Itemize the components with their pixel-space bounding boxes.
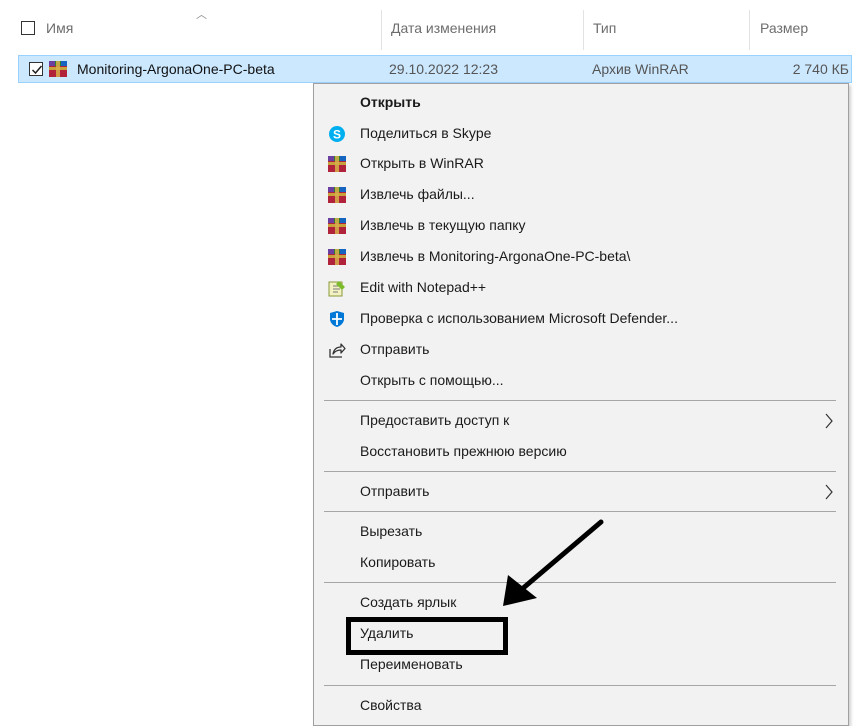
checkmark-icon [31,65,43,75]
menu-item-edit-notepad[interactable]: Edit with Notepad++ [314,273,848,303]
column-name[interactable]: Имя [46,20,73,36]
menu-item-label: Извлечь файлы... [360,186,475,202]
menu-item-label: Открыть в WinRAR [360,155,484,171]
column-type[interactable]: Тип [593,20,616,36]
file-size: 2 740 КБ [792,61,849,77]
menu-separator [324,471,836,472]
menu-separator [324,685,836,686]
menu-item-label: Извлечь в Monitoring-ArgonaOne-PC-beta\ [360,248,631,264]
menu-item-label: Вырезать [360,523,423,539]
menu-item-extract-files[interactable]: Извлечь файлы... [314,180,848,210]
chevron-right-icon [824,483,834,501]
menu-item-label: Свойства [360,697,422,713]
menu-item-label: Отправить [360,483,430,499]
menu-item-restore-version[interactable]: Восстановить прежнюю версию [314,437,848,467]
menu-item-cut[interactable]: Вырезать [314,517,848,547]
menu-item-defender-scan[interactable]: Проверка с использованием Microsoft Defe… [314,304,848,334]
file-checkbox[interactable] [29,62,43,76]
sort-caret-icon: ︿ [196,9,207,21]
menu-item-label: Создать ярлык [360,594,457,610]
menu-item-label: Открыть с помощью... [360,372,504,388]
menu-item-send-to[interactable]: Отправить [314,477,848,507]
column-header: Имя ︿ Дата изменения Тип Размер [0,0,856,55]
svg-text:S: S [333,128,341,142]
menu-item-label: Предоставить доступ к [360,412,510,428]
menu-item-copy[interactable]: Копировать [314,548,848,578]
column-divider[interactable] [583,10,584,50]
menu-item-label: Переименовать [360,656,463,672]
menu-item-label: Извлечь в текущую папку [360,217,526,233]
notepad-plus-plus-icon [328,279,346,297]
skype-icon: S [328,125,346,143]
menu-item-label: Проверка с использованием Microsoft Defe… [360,310,678,326]
menu-item-share[interactable]: Отправить [314,335,848,365]
column-date[interactable]: Дата изменения [391,20,496,36]
menu-item-label: Отправить [360,341,430,357]
menu-item-label: Edit with Notepad++ [360,279,487,295]
menu-separator [324,582,836,583]
menu-item-give-access[interactable]: Предоставить доступ к [314,406,848,436]
defender-shield-icon [328,310,346,328]
winrar-icon [328,155,346,173]
menu-separator [324,511,836,512]
menu-item-share-skype[interactable]: S Поделиться в Skype [314,119,848,149]
select-all-checkbox[interactable] [21,21,35,35]
menu-item-properties[interactable]: Свойства [314,691,848,721]
winrar-icon [328,248,346,266]
file-name: Monitoring-ArgonaOne-PC-beta [77,61,275,77]
highlight-box-annotation [346,617,508,655]
file-row[interactable]: Monitoring-ArgonaOne-PC-beta 29.10.2022 … [18,55,852,83]
file-type: Архив WinRAR [592,61,689,77]
menu-item-open-with[interactable]: Открыть с помощью... [314,366,848,396]
menu-item-open-winrar[interactable]: Открыть в WinRAR [314,149,848,179]
column-size[interactable]: Размер [760,20,808,36]
share-icon [328,341,346,359]
file-date: 29.10.2022 12:23 [389,61,498,77]
winrar-icon [328,217,346,235]
menu-item-label: Поделиться в Skype [360,125,492,141]
menu-item-extract-to-folder[interactable]: Извлечь в Monitoring-ArgonaOne-PC-beta\ [314,242,848,272]
winrar-icon [328,186,346,204]
chevron-right-icon [824,412,834,430]
column-divider[interactable] [381,10,382,50]
menu-item-open[interactable]: Открыть [314,88,848,118]
menu-item-create-shortcut[interactable]: Создать ярлык [314,588,848,618]
winrar-icon [49,60,67,78]
menu-item-label: Открыть [360,94,421,110]
menu-item-extract-here[interactable]: Извлечь в текущую папку [314,211,848,241]
menu-item-label: Копировать [360,554,436,570]
column-divider[interactable] [749,10,750,50]
menu-item-label: Восстановить прежнюю версию [360,443,567,459]
menu-separator [324,400,836,401]
